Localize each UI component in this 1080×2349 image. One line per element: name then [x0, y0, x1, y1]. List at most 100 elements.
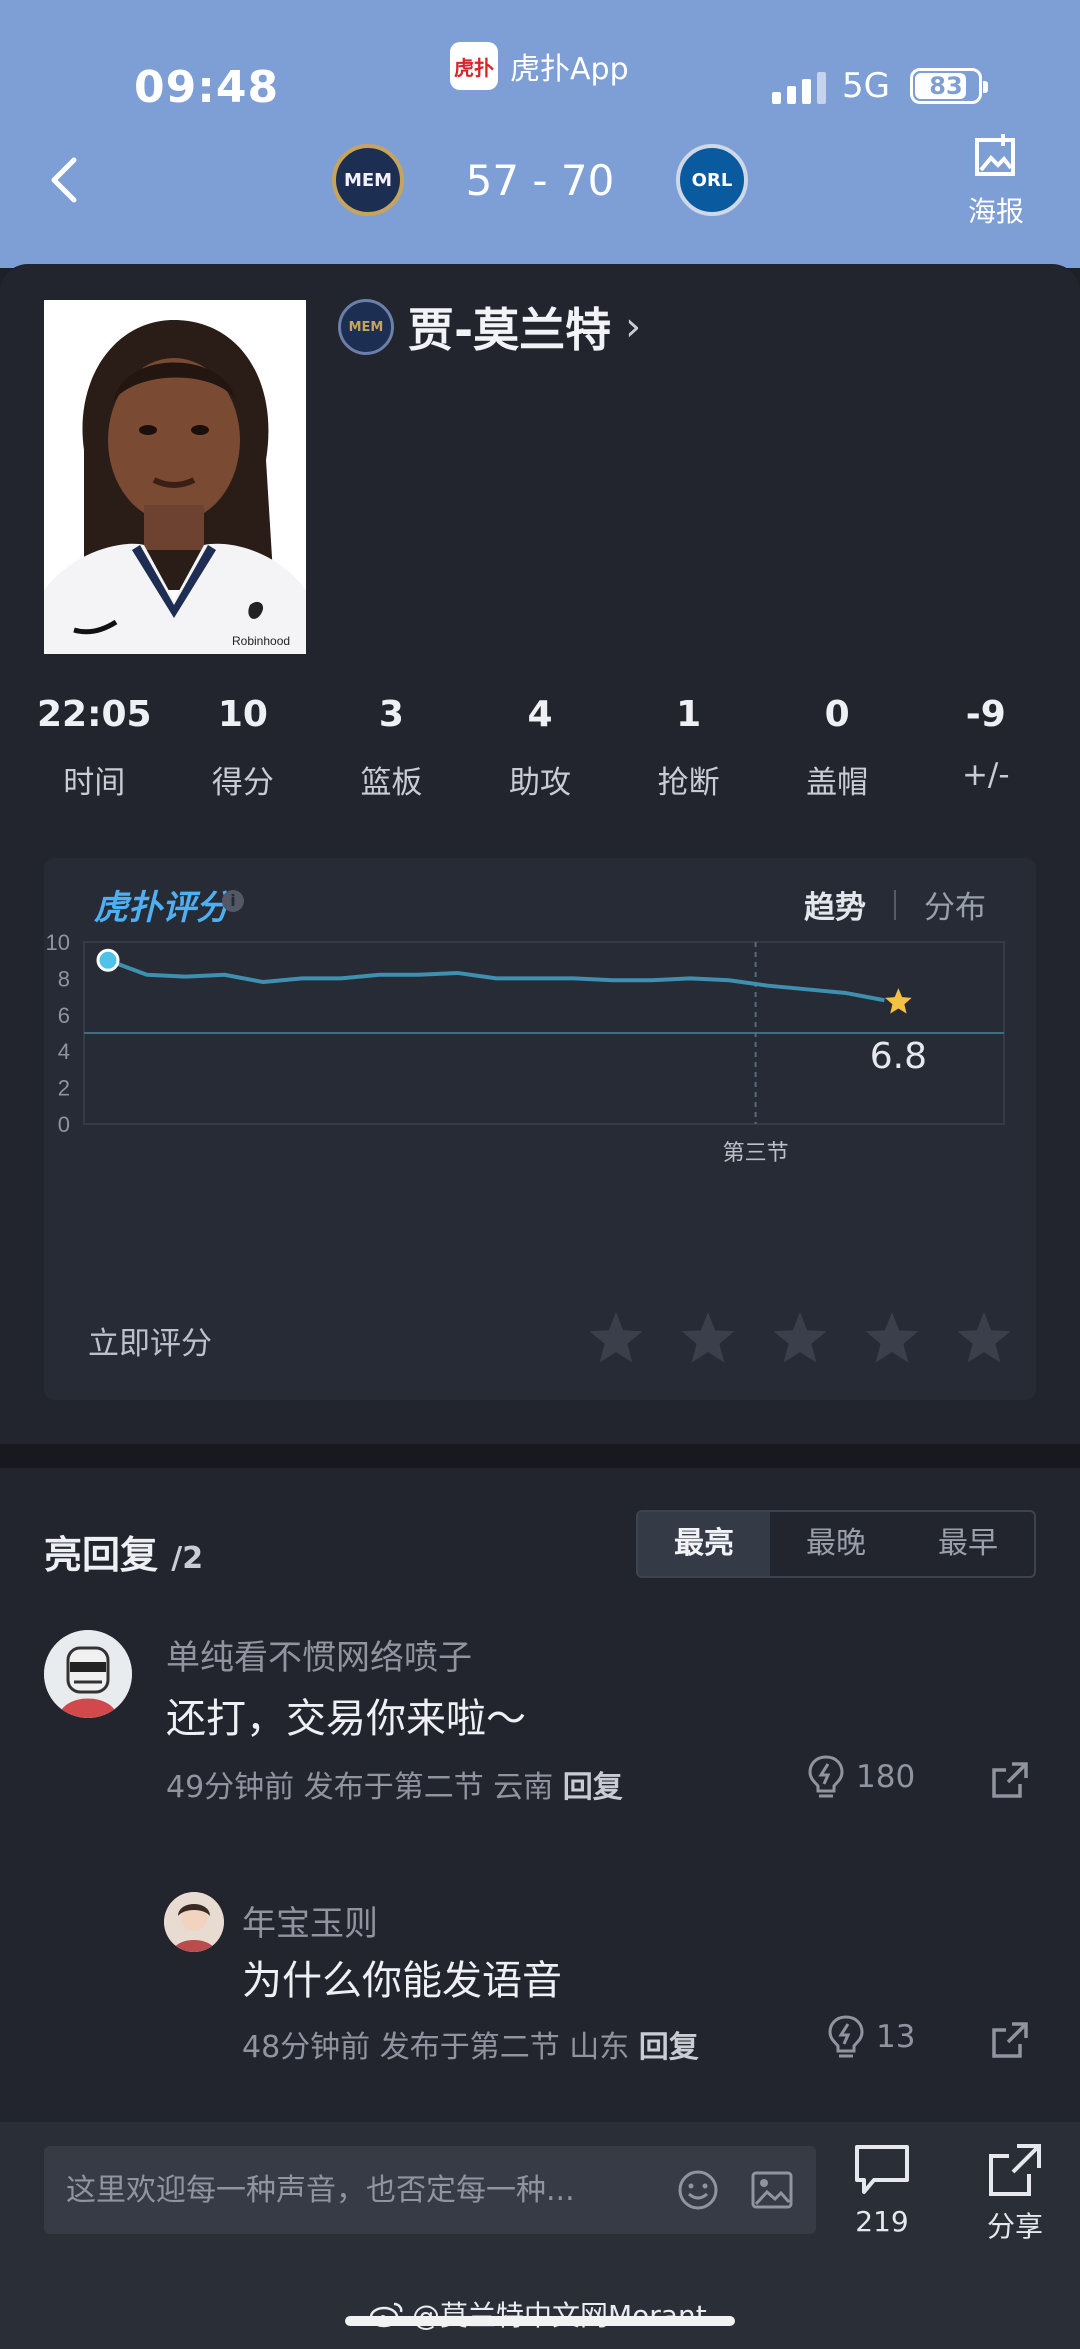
comment-time: 49分钟前 发布于第二节 云南: [166, 1770, 554, 1805]
comment-meta: 49分钟前 发布于第二节 云南 回复: [166, 1762, 623, 1806]
stat-value: 4: [527, 694, 553, 735]
star-icon[interactable]: [952, 1306, 1016, 1370]
stat-plus-minus: -9 +/-: [911, 694, 1060, 802]
player-card: Robinhood MEM 贾-莫兰特 › 22:05 时间 10 得分 3 篮板 4…: [0, 264, 1080, 1444]
watermark: @莫兰特中文网Morant: [370, 2294, 707, 2334]
avatar[interactable]: [44, 1630, 132, 1718]
player-photo[interactable]: Robinhood: [44, 300, 306, 654]
rating-line: [107, 958, 885, 1003]
status-time: 09:48: [134, 62, 280, 113]
sort-latest[interactable]: 最晚: [770, 1512, 902, 1576]
start-point: [96, 948, 120, 972]
comment-username[interactable]: 单纯看不惯网络喷子: [166, 1630, 472, 1679]
team-logo-abbr: MEM: [348, 319, 384, 335]
y-tick-label: 8: [58, 966, 70, 991]
image-crop-icon: [975, 134, 1015, 176]
comment-text: 还打，交易你来啦～: [166, 1696, 526, 1742]
away-team-abbr: ORL: [691, 169, 733, 191]
stat-value: 22:05: [36, 694, 152, 735]
stat-label: 得分: [211, 765, 274, 801]
replies-section: 亮回复 /2 最亮 最晚 最早 单纯看不惯网络喷子 还打，交易你来啦～ 49分钟…: [0, 1468, 1080, 2122]
comment-input[interactable]: [66, 2146, 666, 2234]
info-icon[interactable]: i: [222, 890, 244, 912]
y-tick-label: 0: [58, 1112, 70, 1137]
back-button[interactable]: [40, 150, 90, 210]
share-icon[interactable]: [990, 2020, 1030, 2060]
like-button[interactable]: 13: [826, 2014, 915, 2060]
section-divider: [0, 1444, 1080, 1468]
player-name-link[interactable]: MEM 贾-莫兰特 ›: [338, 294, 641, 360]
comment-username[interactable]: 年宝玉则: [242, 1896, 378, 1945]
share-icon[interactable]: [990, 1760, 1030, 1800]
lightbulb-icon: [808, 1755, 844, 1798]
replies-title-text: 亮回复: [44, 1533, 159, 1577]
y-tick-label: 4: [58, 1039, 70, 1064]
comment-meta: 48分钟前 发布于第二节 山东 回复: [242, 2022, 699, 2066]
tab-distribution[interactable]: 分布: [924, 882, 986, 927]
poster-button[interactable]: 海报: [958, 132, 1034, 230]
reply-link[interactable]: 回复: [639, 2030, 699, 2065]
stat-label: 助攻: [509, 765, 572, 801]
rating-tabs: 趋势 分布: [804, 882, 986, 927]
star-icon[interactable]: [860, 1306, 924, 1370]
stat-value: 3: [378, 694, 404, 735]
app-logo-icon: 虎扑: [450, 42, 498, 90]
y-tick-label: 2: [58, 1076, 70, 1101]
comment-input-box: [44, 2146, 816, 2234]
avatar-image: [44, 1630, 132, 1718]
stat-value: -9: [965, 694, 1006, 735]
tab-trend[interactable]: 趋势: [804, 882, 866, 927]
comment-text: 为什么你能发语音: [242, 1958, 562, 2004]
rating-brand-text: 虎扑评分: [94, 888, 230, 928]
player-portrait-image: Robinhood: [44, 300, 306, 654]
stat-steals: 1 抢断: [614, 694, 763, 802]
star-icon[interactable]: [676, 1306, 740, 1370]
like-button[interactable]: 180: [806, 1754, 915, 1800]
away-team-logo[interactable]: ORL: [676, 144, 748, 216]
team-logo-icon: MEM: [338, 299, 394, 355]
star-icon[interactable]: [768, 1306, 832, 1370]
chevron-left-icon: [51, 157, 77, 203]
lightbulb-icon: [828, 2015, 864, 2058]
comments-count: 219: [855, 2205, 909, 2238]
stat-assists: 4 助攻: [466, 694, 615, 802]
rating-trend-chart: 0 2 4 6 8 10 第三节 6.8: [46, 930, 1005, 1166]
poster-label: 海报: [967, 195, 1024, 228]
comment-item: 单纯看不惯网络喷子 还打，交易你来啦～ 49分钟前 发布于第二节 云南 回复 1…: [44, 1630, 1044, 1830]
image-icon[interactable]: [750, 2170, 794, 2210]
emoji-icon[interactable]: [676, 2168, 720, 2212]
top-header: 09:48 虎扑 虎扑App 5G 83 MEM 57 - 70 ORL 海报: [0, 0, 1080, 268]
avatar[interactable]: [164, 1892, 224, 1952]
like-count: 13: [876, 2019, 916, 2055]
share-button[interactable]: 分享: [980, 2142, 1050, 2245]
current-star-marker: [885, 988, 912, 1014]
stat-label: 盖帽: [806, 765, 869, 801]
app-indicator[interactable]: 虎扑 虎扑App: [450, 42, 629, 90]
stat-value: 0: [824, 694, 850, 735]
comments-button[interactable]: 219: [850, 2142, 914, 2238]
rating-panel: 虎扑评分® i 趋势 分布 0246810第三节6.8 立即评分: [44, 858, 1036, 1400]
jersey-sponsor: Robinhood: [232, 634, 290, 648]
sort-earliest[interactable]: 最早: [902, 1512, 1034, 1576]
sort-brightest[interactable]: 最亮: [638, 1512, 770, 1576]
stat-blocks: 0 盖帽: [763, 694, 912, 802]
replies-title: 亮回复 /2: [44, 1524, 203, 1579]
network-type: 5G: [842, 66, 890, 106]
current-rating-label: 6.8: [870, 1036, 927, 1077]
stat-label: +/-: [961, 757, 1010, 793]
signal-icon: [772, 72, 826, 104]
stat-value: 10: [217, 694, 268, 735]
stat-label: 抢断: [657, 765, 720, 801]
stat-minutes: 22:05 时间: [20, 694, 169, 802]
player-name: 贾-莫兰特: [408, 303, 612, 357]
comment-item: 年宝玉则 为什么你能发语音 48分钟前 发布于第二节 山东 回复 13: [164, 1892, 1044, 2072]
home-team-logo[interactable]: MEM: [332, 144, 404, 216]
game-score: 57 - 70: [465, 156, 615, 205]
rate-now-label: 立即评分: [88, 1326, 212, 1362]
star-icon[interactable]: [584, 1306, 648, 1370]
app-name: 虎扑App: [510, 52, 629, 87]
y-tick-label: 10: [46, 930, 70, 955]
like-count: 180: [856, 1759, 916, 1795]
reply-link[interactable]: 回复: [563, 1770, 623, 1805]
status-bar: 09:48 虎扑 虎扑App 5G 83: [0, 0, 1080, 140]
